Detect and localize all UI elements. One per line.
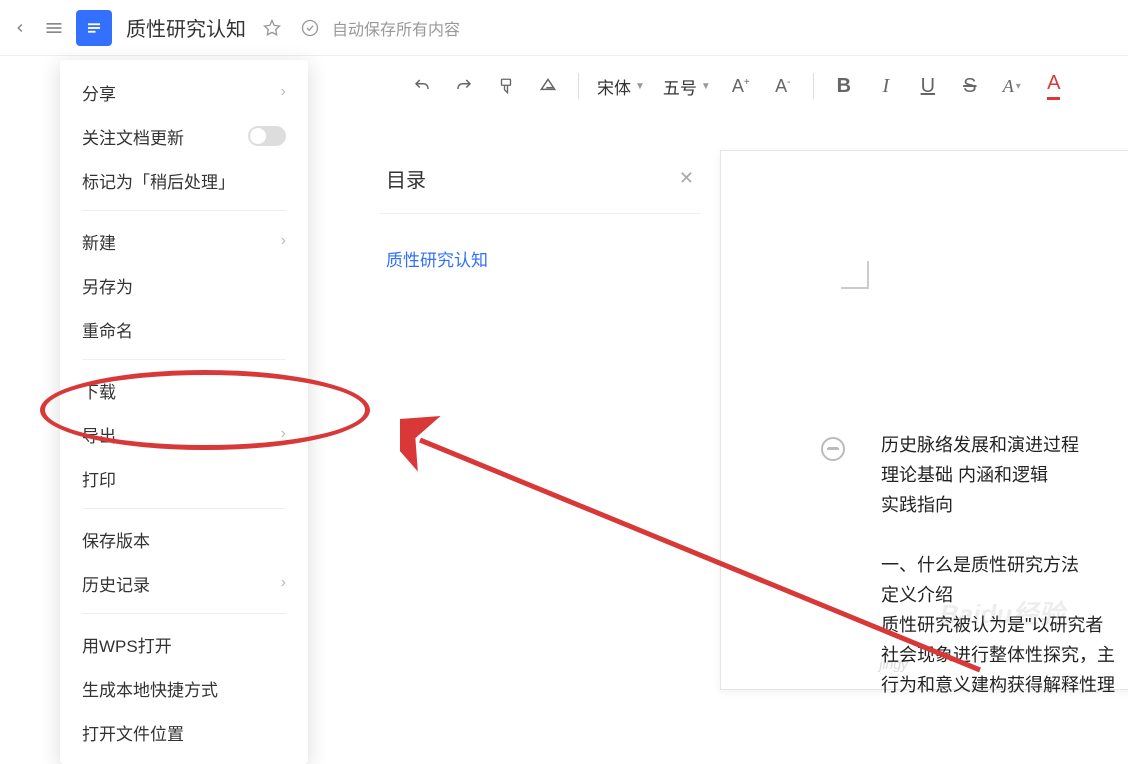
menu-label: 导出 xyxy=(82,422,116,447)
menu-create-shortcut[interactable]: 生成本地快捷方式 xyxy=(60,666,308,710)
menu-divider xyxy=(82,359,286,360)
menu-label: 下载 xyxy=(82,378,116,403)
menu-label: 打印 xyxy=(82,466,116,491)
menu-divider xyxy=(82,613,286,614)
doc-text-line: 实践指向 xyxy=(881,491,1128,520)
page-corner-mark xyxy=(841,261,869,289)
topbar: 质性研究认知 自动保存所有内容 xyxy=(0,0,1128,56)
toggle-switch[interactable] xyxy=(248,126,286,146)
menu-follow-updates[interactable]: 关注文档更新 xyxy=(60,114,308,158)
undo-button[interactable] xyxy=(410,72,434,100)
chevron-down-icon: ▼ xyxy=(635,81,645,92)
outline-title: 目录 xyxy=(386,164,426,193)
doc-type-icon xyxy=(76,10,112,46)
list-bullet-icon xyxy=(821,437,845,461)
decrease-font-button[interactable]: A- xyxy=(771,72,795,100)
menu-export[interactable]: 导出 › xyxy=(60,412,308,456)
autosave-label: 自动保存所有内容 xyxy=(332,16,460,40)
menu-open-wps[interactable]: 用WPS打开 xyxy=(60,622,308,666)
menu-label: 用WPS打开 xyxy=(82,632,172,657)
menu-label: 关注文档更新 xyxy=(82,124,184,149)
menu-label: 历史记录 xyxy=(82,571,150,596)
menu-label: 重命名 xyxy=(82,317,133,342)
chevron-right-icon: › xyxy=(281,83,286,101)
outline-link[interactable]: 质性研究认知 xyxy=(380,246,700,271)
chevron-right-icon: › xyxy=(281,425,286,443)
chevron-down-icon: ▼ xyxy=(701,81,711,92)
toolbar-separator xyxy=(813,73,814,99)
chevron-right-icon: › xyxy=(281,574,286,592)
autosave-check-icon xyxy=(298,16,322,40)
menu-open-location[interactable]: 打开文件位置 xyxy=(60,710,308,754)
menu-save-as[interactable]: 另存为 xyxy=(60,263,308,307)
toolbar-separator xyxy=(578,73,579,99)
menu-label: 生成本地快捷方式 xyxy=(82,676,218,701)
menu-rename[interactable]: 重命名 xyxy=(60,307,308,351)
menu-print[interactable]: 打印 xyxy=(60,456,308,500)
font-size-select[interactable]: 五号 ▼ xyxy=(663,74,711,99)
outline-header: 目录 ✕ xyxy=(380,150,700,214)
watermark-sub: jingy xyxy=(879,656,908,672)
clear-format-button[interactable] xyxy=(536,72,560,100)
menu-divider xyxy=(82,210,286,211)
menu-new[interactable]: 新建 › xyxy=(60,219,308,263)
close-icon[interactable]: ✕ xyxy=(679,168,694,189)
font-family-select[interactable]: 宋体 ▼ xyxy=(597,74,645,99)
back-button[interactable] xyxy=(8,16,32,40)
menu-label: 保存版本 xyxy=(82,527,150,552)
menu-label: 另存为 xyxy=(82,273,133,298)
menu-share[interactable]: 分享 › xyxy=(60,70,308,114)
bold-button[interactable]: B xyxy=(832,72,856,100)
menu-save-version[interactable]: 保存版本 xyxy=(60,517,308,561)
menu-history[interactable]: 历史记录 › xyxy=(60,561,308,605)
chevron-down-icon: ▾ xyxy=(1016,81,1021,92)
text-style-label: A xyxy=(1003,76,1014,97)
star-button[interactable] xyxy=(260,16,284,40)
menu-label: 分享 xyxy=(82,80,116,105)
menu-label: 新建 xyxy=(82,229,116,254)
file-menu: 分享 › 关注文档更新 标记为「稍后处理」 新建 › 另存为 重命名 下载 导出… xyxy=(60,60,308,764)
redo-button[interactable] xyxy=(452,72,476,100)
watermark: Baidu经验 xyxy=(940,594,1120,644)
doc-text-line: 行为和意义建构获得解释性理 xyxy=(881,671,1128,700)
menu-label: 打开文件位置 xyxy=(82,720,184,745)
hamburger-menu-button[interactable] xyxy=(40,14,68,42)
format-painter-button[interactable] xyxy=(494,72,518,100)
outline-panel: 目录 ✕ 质性研究认知 xyxy=(380,150,700,271)
doc-text-line: 社会现象进行整体性探究，主 xyxy=(881,641,1128,670)
underline-button[interactable]: U xyxy=(916,72,940,100)
doc-text-line: 一、什么是质性研究方法 xyxy=(881,551,1128,580)
font-color-button[interactable]: A xyxy=(1042,72,1066,100)
italic-button[interactable]: I xyxy=(874,72,898,100)
increase-font-button[interactable]: A+ xyxy=(729,72,753,100)
text-style-button[interactable]: A▾ xyxy=(1000,72,1024,100)
menu-download[interactable]: 下载 xyxy=(60,368,308,412)
font-color-label: A xyxy=(1047,72,1060,100)
font-family-value: 宋体 xyxy=(597,74,631,99)
strikethrough-button[interactable]: S xyxy=(958,72,982,100)
doc-title[interactable]: 质性研究认知 xyxy=(126,13,246,42)
menu-mark-later[interactable]: 标记为「稍后处理」 xyxy=(60,158,308,202)
doc-text-line: 历史脉络发展和演进过程 xyxy=(881,431,1128,460)
font-size-value: 五号 xyxy=(663,74,697,99)
menu-divider xyxy=(82,508,286,509)
menu-label: 标记为「稍后处理」 xyxy=(82,168,235,193)
doc-text-line: 理论基础 内涵和逻辑 xyxy=(881,461,1128,490)
chevron-right-icon: › xyxy=(281,232,286,250)
